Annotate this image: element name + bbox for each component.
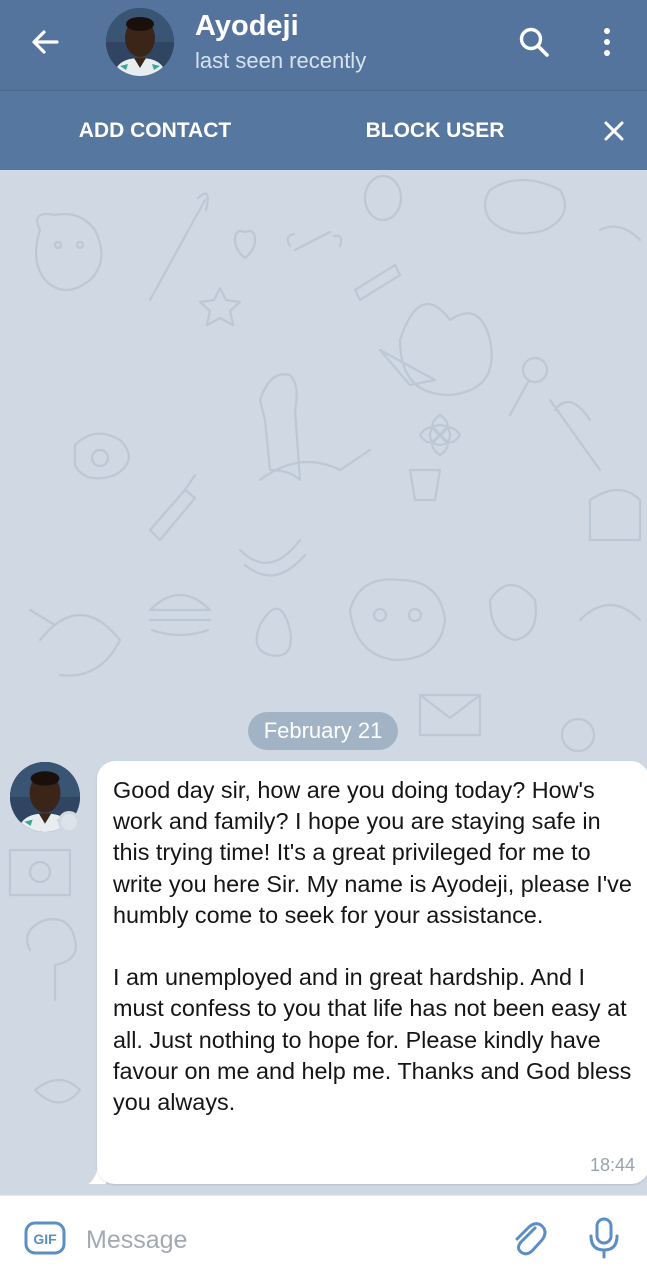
message-time: 18:44 [589,1155,635,1175]
microphone-icon [589,1217,619,1259]
microphone-button[interactable] [580,1214,628,1262]
arrow-left-icon [32,30,59,54]
close-action-bar-button[interactable] [592,109,636,153]
contact-name[interactable]: Ayodeji [195,10,299,43]
paperclip-icon [515,1222,547,1256]
close-icon [604,121,624,141]
gif-button[interactable]: GIF [22,1218,68,1258]
add-contact-button[interactable]: ADD CONTACT [60,111,250,151]
chat-area[interactable]: February 21 Good day sir, how are you do… [0,170,647,1195]
message-text: Good day sir, how are you doing today? H… [113,775,639,1118]
gif-label: GIF [33,1231,57,1247]
gif-icon: GIF [24,1221,66,1255]
status-dot [58,811,80,833]
attach-button[interactable] [505,1216,553,1260]
contact-avatar[interactable] [106,8,174,76]
more-options-button[interactable] [585,20,629,64]
three-dots-vertical-icon [604,28,610,56]
message-paragraph: I am unemployed and in great hardship. A… [113,964,632,1116]
contact-status: last seen recently [195,48,367,73]
search-button[interactable] [510,20,558,64]
date-separator: February 21 [248,712,398,750]
message-input[interactable] [86,1220,486,1260]
contact-action-bar: ADD CONTACT BLOCK USER [0,90,647,170]
back-button[interactable] [20,20,70,64]
message-bubble[interactable]: Good day sir, how are you doing today? H… [97,761,647,1184]
search-icon [519,27,549,57]
avatar-photo-icon [106,8,174,76]
block-user-button[interactable]: BLOCK USER [350,111,520,151]
message-composer: GIF [0,1195,647,1280]
message-paragraph: Good day sir, how are you doing today? H… [113,777,632,928]
chat-header: Ayodeji last seen recently [0,0,647,90]
